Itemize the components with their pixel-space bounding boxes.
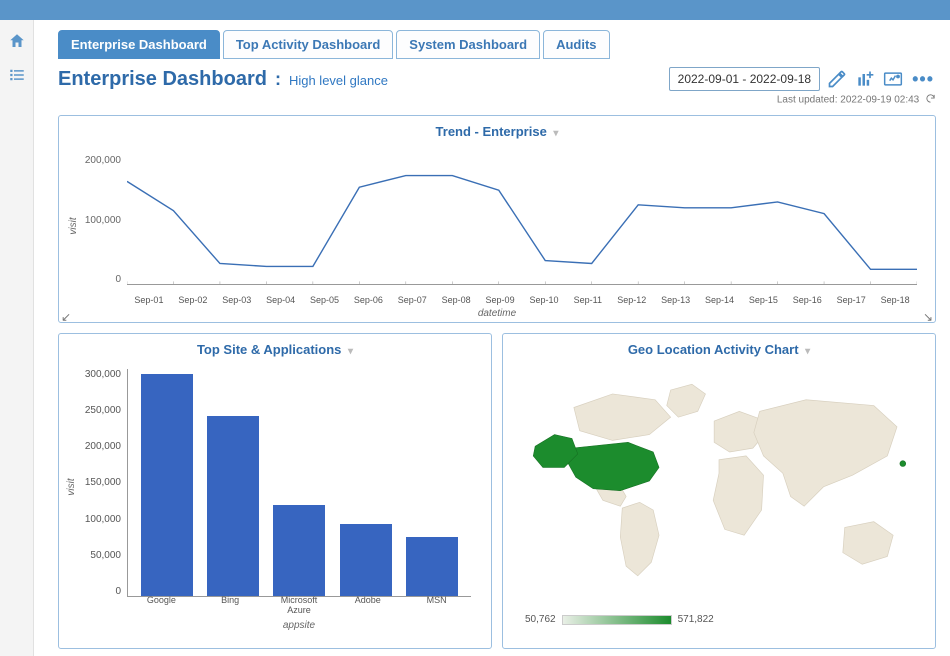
topsite-y-axis-label: visit bbox=[66, 479, 77, 496]
world-map[interactable] bbox=[513, 363, 925, 595]
chevron-down-icon: ▾ bbox=[553, 128, 558, 139]
date-range-picker[interactable]: 2022-09-01 - 2022-09-18 bbox=[669, 67, 820, 91]
geo-legend: 50,762 571,822 bbox=[525, 614, 714, 625]
left-nav-rail bbox=[0, 20, 34, 656]
tab-top-activity-dashboard[interactable]: Top Activity Dashboard bbox=[223, 30, 393, 59]
topsite-y-axis: 300,000250,000200,000150,000100,00050,00… bbox=[79, 369, 121, 597]
add-chart-icon[interactable] bbox=[854, 68, 876, 90]
refresh-icon[interactable] bbox=[925, 93, 936, 107]
header-actions: 2022-09-01 - 2022-09-18 ••• bbox=[669, 67, 936, 91]
app-top-bar bbox=[0, 0, 950, 20]
bar[interactable] bbox=[207, 416, 259, 596]
bar[interactable] bbox=[406, 537, 458, 596]
last-updated: Last updated: 2022-09-19 02:43 bbox=[58, 93, 936, 107]
tab-audits[interactable]: Audits bbox=[543, 30, 609, 59]
topsite-x-axis-label: appsite bbox=[127, 620, 471, 631]
last-updated-label: Last updated: 2022-09-19 02:43 bbox=[777, 95, 919, 106]
page-subtitle: High level glance bbox=[289, 73, 388, 88]
trend-x-axis-label: datetime bbox=[69, 308, 925, 319]
home-icon[interactable] bbox=[8, 32, 26, 50]
bar[interactable] bbox=[273, 505, 325, 596]
topsite-plot-area bbox=[127, 369, 471, 597]
chevron-down-icon: ▾ bbox=[805, 346, 810, 357]
main-content: Enterprise Dashboard Top Activity Dashbo… bbox=[34, 20, 950, 656]
trend-y-axis-label: visit bbox=[68, 217, 79, 234]
tab-system-dashboard[interactable]: System Dashboard bbox=[396, 30, 540, 59]
edit-icon[interactable] bbox=[826, 68, 848, 90]
topsite-panel-title-text: Top Site & Applications bbox=[197, 342, 341, 357]
list-icon[interactable] bbox=[8, 66, 26, 84]
resize-handle-bottom-right-icon[interactable]: ↘ bbox=[923, 310, 933, 324]
geo-panel-title-text: Geo Location Activity Chart bbox=[628, 342, 799, 357]
bar[interactable] bbox=[340, 524, 392, 596]
geo-legend-gradient bbox=[562, 615, 672, 625]
trend-panel-title-text: Trend - Enterprise bbox=[436, 124, 547, 139]
refresh-settings-icon[interactable] bbox=[882, 68, 904, 90]
geo-legend-max: 571,822 bbox=[678, 614, 714, 625]
geo-panel: Geo Location Activity Chart ▾ bbox=[502, 333, 936, 649]
page-title: Enterprise Dashboard bbox=[58, 68, 267, 91]
geo-panel-title[interactable]: Geo Location Activity Chart ▾ bbox=[513, 342, 925, 357]
geo-legend-min: 50,762 bbox=[525, 614, 556, 625]
topsite-panel: Top Site & Applications ▾ visit 300,0002… bbox=[58, 333, 492, 649]
tab-enterprise-dashboard[interactable]: Enterprise Dashboard bbox=[58, 30, 220, 59]
trend-line-chart: visit 200,000100,0000 Sep-01Sep-02Sep-03… bbox=[69, 145, 925, 307]
topsite-panel-title[interactable]: Top Site & Applications ▾ bbox=[69, 342, 481, 357]
chevron-down-icon: ▾ bbox=[348, 346, 353, 357]
trend-y-axis: 200,000100,0000 bbox=[81, 155, 121, 285]
geo-body: 50,762 571,822 bbox=[513, 363, 925, 633]
header-row: Enterprise Dashboard : High level glance… bbox=[58, 67, 936, 91]
trend-x-axis: Sep-01Sep-02Sep-03Sep-04Sep-05Sep-06Sep-… bbox=[127, 295, 917, 305]
title-separator: : bbox=[275, 69, 281, 90]
more-actions-icon[interactable]: ••• bbox=[910, 69, 936, 90]
trend-panel-title[interactable]: Trend - Enterprise ▾ bbox=[69, 124, 925, 139]
resize-handle-bottom-left-icon[interactable]: ↙ bbox=[61, 310, 71, 324]
topsite-x-axis: GoogleBingMicrosoft AzureAdobeMSN bbox=[127, 595, 471, 615]
topsite-bar-chart: visit 300,000250,000200,000150,000100,00… bbox=[69, 363, 481, 633]
trend-panel: Trend - Enterprise ▾ visit 200,000100,00… bbox=[58, 115, 936, 323]
bar[interactable] bbox=[141, 374, 193, 596]
trend-plot-area bbox=[127, 155, 917, 285]
dashboard-tabs: Enterprise Dashboard Top Activity Dashbo… bbox=[58, 30, 936, 59]
